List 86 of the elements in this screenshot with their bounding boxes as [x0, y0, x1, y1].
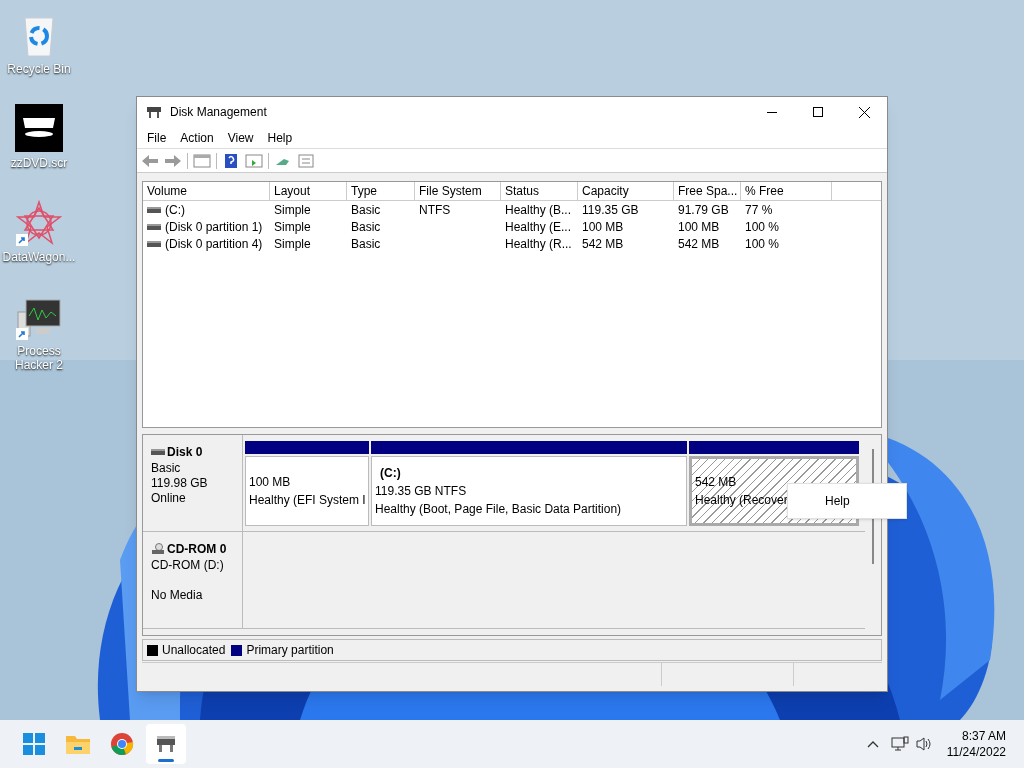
menu-item[interactable]: Help — [825, 492, 850, 510]
table-cell-text: Basic — [351, 201, 381, 219]
table-cell-text: 100 % — [745, 235, 780, 253]
browser-icon — [110, 732, 134, 756]
disk-name: CD-ROM 0 — [167, 541, 227, 558]
minimize-icon — [767, 111, 777, 113]
column-header[interactable]: % Free — [741, 182, 832, 200]
table-cell-text: NTFS — [419, 201, 451, 219]
taskbar-app[interactable] — [146, 724, 186, 764]
partition-label: (C:) — [379, 465, 401, 482]
table-cell-text: 91.79 GB — [678, 201, 729, 219]
network-icon[interactable] — [890, 736, 909, 752]
monitor-icon[interactable] — [16, 298, 62, 340]
drive-app-icon — [146, 105, 162, 119]
cd-drive-icon — [151, 543, 165, 555]
forward-arrow-icon[interactable] — [164, 152, 182, 169]
window-title: Disk Management — [170, 104, 267, 121]
disk-name: Disk 0 — [167, 444, 203, 461]
windows-logo-icon — [23, 733, 45, 755]
column-header[interactable]: Status — [501, 182, 578, 200]
menu-item[interactable]: File — [140, 128, 174, 147]
clock[interactable]: 8:37 AM 11/24/2022 — [946, 728, 1024, 760]
drive-app-icon — [155, 735, 177, 753]
legend-label: Unallocated — [162, 642, 226, 659]
table-cell-text: Healthy (E... — [505, 218, 572, 236]
menu-item[interactable]: Action — [173, 128, 221, 147]
disk-detail: 119.98 GB — [151, 476, 208, 491]
partition-status: Healthy (EFI System I — [249, 492, 366, 509]
table-cell-text: Simple — [274, 201, 311, 219]
table-cell-text: Simple — [274, 218, 311, 236]
menu-item[interactable]: Help — [260, 128, 300, 147]
drive-icon — [147, 205, 161, 214]
column-header[interactable]: Type — [347, 182, 415, 200]
speaker-icon[interactable] — [914, 736, 933, 752]
table-cell-text: 100 % — [745, 218, 780, 236]
partition-block[interactable]: 100 MB Healthy (EFI System I — [245, 456, 369, 526]
table-cell-text: 542 MB — [582, 235, 624, 253]
table-cell-text: Basic — [351, 235, 381, 253]
disc-logo-icon[interactable] — [15, 104, 63, 152]
chevron-up-icon[interactable] — [866, 740, 879, 748]
checklist-icon[interactable] — [297, 152, 315, 169]
panel-icon[interactable] — [245, 152, 263, 169]
partition-size: 100 MB — [249, 474, 291, 491]
table-cell-text: 77 % — [745, 201, 773, 219]
column-header[interactable]: Volume — [143, 182, 270, 200]
column-header[interactable]: Layout — [270, 182, 347, 200]
table-cell-text: 119.35 GB — [582, 201, 639, 219]
table-cell-text: 100 MB — [582, 218, 624, 236]
table-cell-text: Healthy (R... — [505, 235, 572, 253]
partition-block[interactable]: (C:) 119.35 GB NTFS Healthy (Boot, Page File, Basic Data Partition) — [371, 456, 687, 526]
recycle-bin-icon[interactable] — [21, 14, 57, 58]
table-cell-text: (Disk 0 partition 4) — [165, 235, 263, 253]
partition-size: 119.35 GB NTFS — [375, 483, 467, 500]
disk-info-panel[interactable]: Disk 0 Basic 119.98 GB Online — [143, 435, 243, 531]
partition-status: Healthy (Recover — [695, 492, 788, 509]
disk-detail: Basic — [151, 461, 181, 476]
table-cell-text: (Disk 0 partition 1) — [165, 218, 263, 236]
disk-state: No Media — [151, 588, 203, 603]
table-cell-text: 100 MB — [678, 218, 720, 236]
back-arrow-icon[interactable] — [141, 152, 159, 169]
table-cell-text: Healthy (B... — [505, 201, 572, 219]
maximize-icon — [813, 107, 823, 117]
partition-size: 542 MB — [695, 474, 737, 491]
drive-icon — [147, 239, 161, 248]
table-cell-text: 542 MB — [678, 235, 720, 253]
disk-state: Online — [151, 491, 186, 506]
table-cell-text: Simple — [274, 235, 311, 253]
folder-icon — [65, 733, 91, 755]
panel-icon[interactable] — [193, 152, 211, 169]
table-cell-text: Basic — [351, 218, 381, 236]
disk-detail: CD-ROM (D:) — [151, 558, 224, 573]
drive-icon — [147, 222, 161, 231]
close-icon — [858, 106, 870, 118]
clock-time: 8:37 AM — [961, 728, 1006, 744]
column-header[interactable]: File System — [415, 182, 501, 200]
table-cell-text: (C:) — [165, 201, 185, 219]
star-pattern-icon[interactable] — [16, 200, 62, 246]
drive-icon — [151, 448, 165, 456]
disk-info-panel[interactable]: CD-ROM 0 CD-ROM (D:) No Media — [143, 532, 243, 628]
clock-date: 11/24/2022 — [946, 744, 1006, 760]
column-header[interactable]: Free Spa... — [674, 182, 741, 200]
column-header[interactable]: Capacity — [578, 182, 674, 200]
help-icon[interactable] — [222, 152, 240, 169]
menu-item[interactable]: View — [220, 128, 261, 147]
partition-status: Healthy (Boot, Page File, Basic Data Partition) — [375, 501, 622, 518]
legend-label: Primary partition — [246, 642, 334, 659]
